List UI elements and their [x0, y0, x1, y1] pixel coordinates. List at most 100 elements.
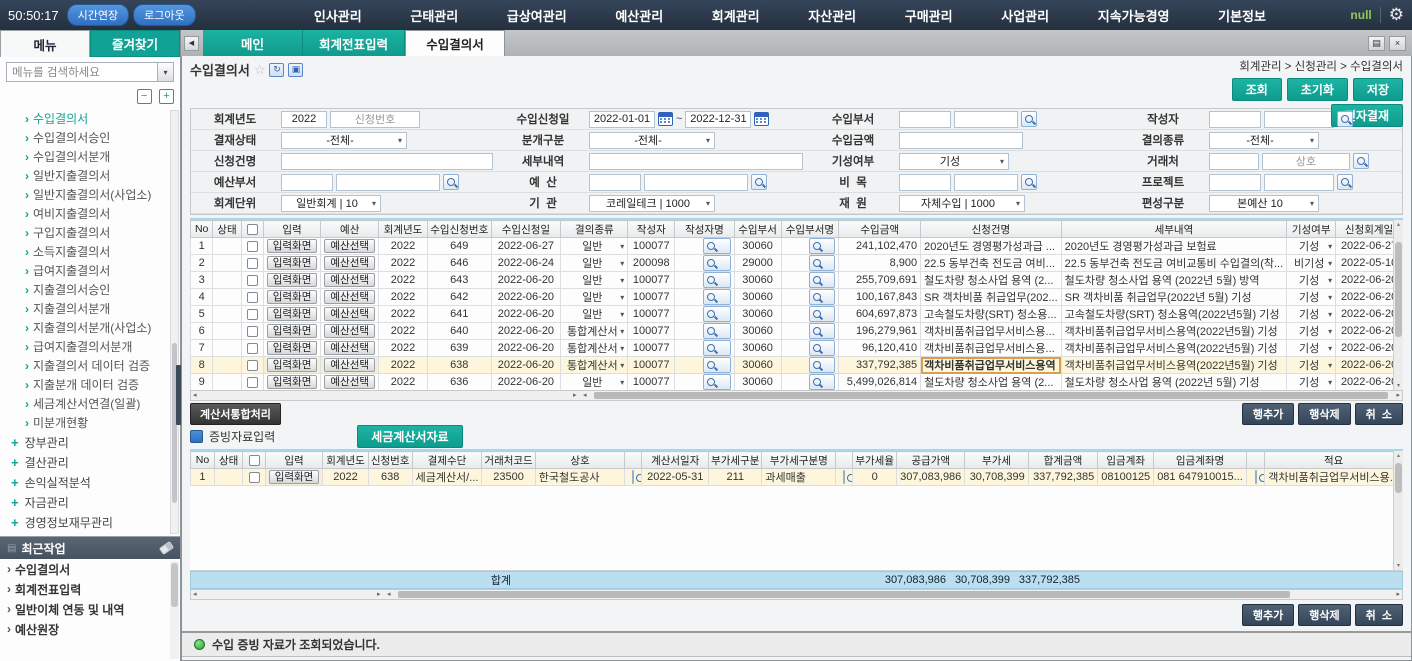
row-checkbox[interactable] — [247, 343, 258, 354]
col-header-input[interactable]: 입력 — [263, 221, 321, 238]
sidebar-item-지출결의서 데이터 검증[interactable]: ›지출결의서 데이터 검증 — [0, 356, 180, 375]
col-header-no[interactable]: No — [191, 452, 215, 469]
col-header-pay[interactable]: 결제수단 — [412, 452, 482, 469]
dropdown-arrow-icon[interactable]: ▾ — [620, 310, 624, 319]
cell-title[interactable]: 객차비품취급업무서비스용역 — [921, 357, 1062, 374]
income-dept-code-input[interactable] — [899, 111, 951, 128]
search-icon[interactable] — [751, 174, 767, 190]
cell-acct[interactable]: 08100125 — [1098, 469, 1154, 486]
sidebar-item-수입결의서승인[interactable]: ›수입결의서승인 — [0, 128, 180, 147]
vendor-name-input[interactable]: 상호 — [1262, 153, 1350, 170]
top-menu-item[interactable]: 회계관리 — [712, 6, 760, 25]
input-button[interactable]: 입력화면 — [267, 273, 318, 287]
cell-wname[interactable] — [675, 238, 734, 255]
dropdown-arrow-icon[interactable]: ▾ — [620, 378, 624, 387]
cell-reqdate[interactable]: 2022-06-24 — [491, 255, 561, 272]
cell-dept[interactable]: 30060 — [734, 357, 781, 374]
cell-year[interactable]: 2022 — [379, 340, 428, 357]
combo-arrow-icon[interactable]: ▾ — [157, 63, 173, 81]
sidebar-item-지출결의서승인[interactable]: ›지출결의서승인 — [0, 280, 180, 299]
cell-complete[interactable]: 기성▾ — [1287, 340, 1336, 357]
grid1-vscrollbar[interactable]: ▴ ▾ — [1393, 220, 1403, 390]
row-checkbox[interactable] — [247, 241, 258, 252]
row-checkbox[interactable] — [247, 224, 258, 235]
cell-dname[interactable] — [781, 272, 839, 289]
cell-amount[interactable]: 241,102,470 — [839, 238, 921, 255]
cell-dept[interactable]: 29000 — [734, 255, 781, 272]
req-title-input[interactable] — [281, 153, 493, 170]
cell-vcode[interactable]: 23500 — [482, 469, 535, 486]
fund-select[interactable]: 자체수입 | 1000▾ — [899, 195, 1025, 212]
cell-vatcode[interactable]: 211 — [709, 469, 762, 486]
cell-year[interactable]: 2022 — [323, 469, 368, 486]
top-menu-item[interactable]: 급상여관리 — [507, 6, 567, 25]
input-button[interactable]: 입력화면 — [267, 307, 318, 321]
col-header-reqdate[interactable]: 수입신청일 — [491, 221, 561, 238]
input-button[interactable]: 입력화면 — [267, 256, 318, 270]
budget-name-input[interactable] — [644, 174, 748, 191]
grid2-hscrollbar[interactable]: ◂ ▸ ◂ ▸ — [190, 589, 1403, 600]
col-header-year[interactable]: 회계년도 — [379, 221, 428, 238]
col-header-vs2[interactable] — [836, 452, 853, 469]
cell-year[interactable]: 2022 — [379, 374, 428, 391]
journal-type-select[interactable]: -전체-▾ — [589, 132, 715, 149]
search-icon[interactable] — [1337, 174, 1353, 190]
col-header-vendor[interactable]: 상호 — [535, 452, 625, 469]
cell-dname[interactable] — [781, 357, 839, 374]
cell-writer[interactable]: 100077 — [628, 306, 675, 323]
cell-dtype[interactable]: 일반▾ — [561, 306, 628, 323]
calendar-icon[interactable] — [754, 112, 769, 126]
top-menu-item[interactable]: 기본정보 — [1218, 6, 1266, 25]
cancel-button[interactable]: 취 소 — [1355, 604, 1403, 626]
sidebar-item-수입결의서분개[interactable]: ›수입결의서분개 — [0, 147, 180, 166]
cell-dtype[interactable]: 일반▾ — [561, 255, 628, 272]
detail-input[interactable] — [589, 153, 803, 170]
tab-list-icon[interactable]: ▤ — [1368, 36, 1385, 51]
cell-complete[interactable]: 비기성▾ — [1287, 255, 1336, 272]
row-checkbox[interactable] — [247, 292, 258, 303]
recent-item[interactable]: ›수입결의서 — [0, 559, 180, 579]
col-header-total[interactable]: 합계금액 — [1028, 452, 1097, 469]
cell-dname[interactable] — [781, 340, 839, 357]
date-from-input[interactable]: 2022-01-01 — [589, 111, 655, 128]
col-header-seq[interactable]: 수입신청번호 — [428, 221, 492, 238]
cancel-button[interactable]: 취 소 — [1355, 403, 1403, 425]
cell-amount[interactable]: 196,279,961 — [839, 323, 921, 340]
col-header-vat[interactable]: 부가세 — [965, 452, 1028, 469]
table-row[interactable]: 2입력화면예산선택20226462022-06-24일반▾20009829000… — [191, 255, 1403, 272]
cell-year[interactable]: 2022 — [379, 238, 428, 255]
col-header-vatrate[interactable]: 부가세율 — [853, 452, 897, 469]
sidebar-item-지출결의서분개(사업소)[interactable]: ›지출결의서분개(사업소) — [0, 318, 180, 337]
search-icon[interactable] — [703, 340, 730, 356]
cell-supply[interactable]: 307,083,986 — [897, 469, 965, 486]
close-icon[interactable]: × — [1389, 36, 1406, 51]
recent-scrollbar[interactable] — [170, 561, 179, 659]
budget-button[interactable]: 예산선택 — [324, 290, 375, 304]
col-header-complete[interactable]: 기성여부 — [1287, 221, 1336, 238]
col-header-writer[interactable]: 작성자 — [628, 221, 675, 238]
cell-complete[interactable]: 기성▾ — [1287, 272, 1336, 289]
search-icon[interactable] — [809, 238, 835, 254]
cell-vatname[interactable]: 과세매출 — [762, 469, 836, 486]
search-icon[interactable] — [703, 323, 730, 339]
sidebar-item-일반지출결의서(사업소)[interactable]: ›일반지출결의서(사업소) — [0, 185, 180, 204]
cell-vatrate[interactable]: 0 — [853, 469, 897, 486]
budget-button[interactable]: 예산선택 — [324, 358, 375, 372]
dropdown-arrow-icon[interactable]: ▾ — [1328, 327, 1332, 336]
sidebar-item-급여지출결의서분개[interactable]: ›급여지출결의서분개 — [0, 337, 180, 356]
cell-reqdate[interactable]: 2022-06-20 — [491, 289, 561, 306]
col-header-status[interactable]: 상태 — [213, 221, 241, 238]
decide-type-select[interactable]: -전체-▾ — [1209, 132, 1319, 149]
cell-complete[interactable]: 기성▾ — [1287, 357, 1336, 374]
cell-dname[interactable] — [781, 255, 839, 272]
delete-row-button[interactable]: 행삭제 — [1298, 604, 1350, 626]
cell-seq[interactable]: 646 — [428, 255, 492, 272]
cell-dept[interactable]: 30060 — [734, 306, 781, 323]
tab-회계전표입력[interactable]: 회계전표입력 — [303, 30, 405, 56]
cell-dname[interactable] — [781, 323, 839, 340]
cell-wname[interactable] — [675, 340, 734, 357]
cell-seq[interactable]: 636 — [428, 374, 492, 391]
sidebar-item-급여지출결의서[interactable]: ›급여지출결의서 — [0, 261, 180, 280]
sidebar-group-손익실적분석[interactable]: +손익실적분석 — [0, 472, 180, 492]
cell-dtype[interactable]: 통합계산서▾ — [561, 340, 628, 357]
